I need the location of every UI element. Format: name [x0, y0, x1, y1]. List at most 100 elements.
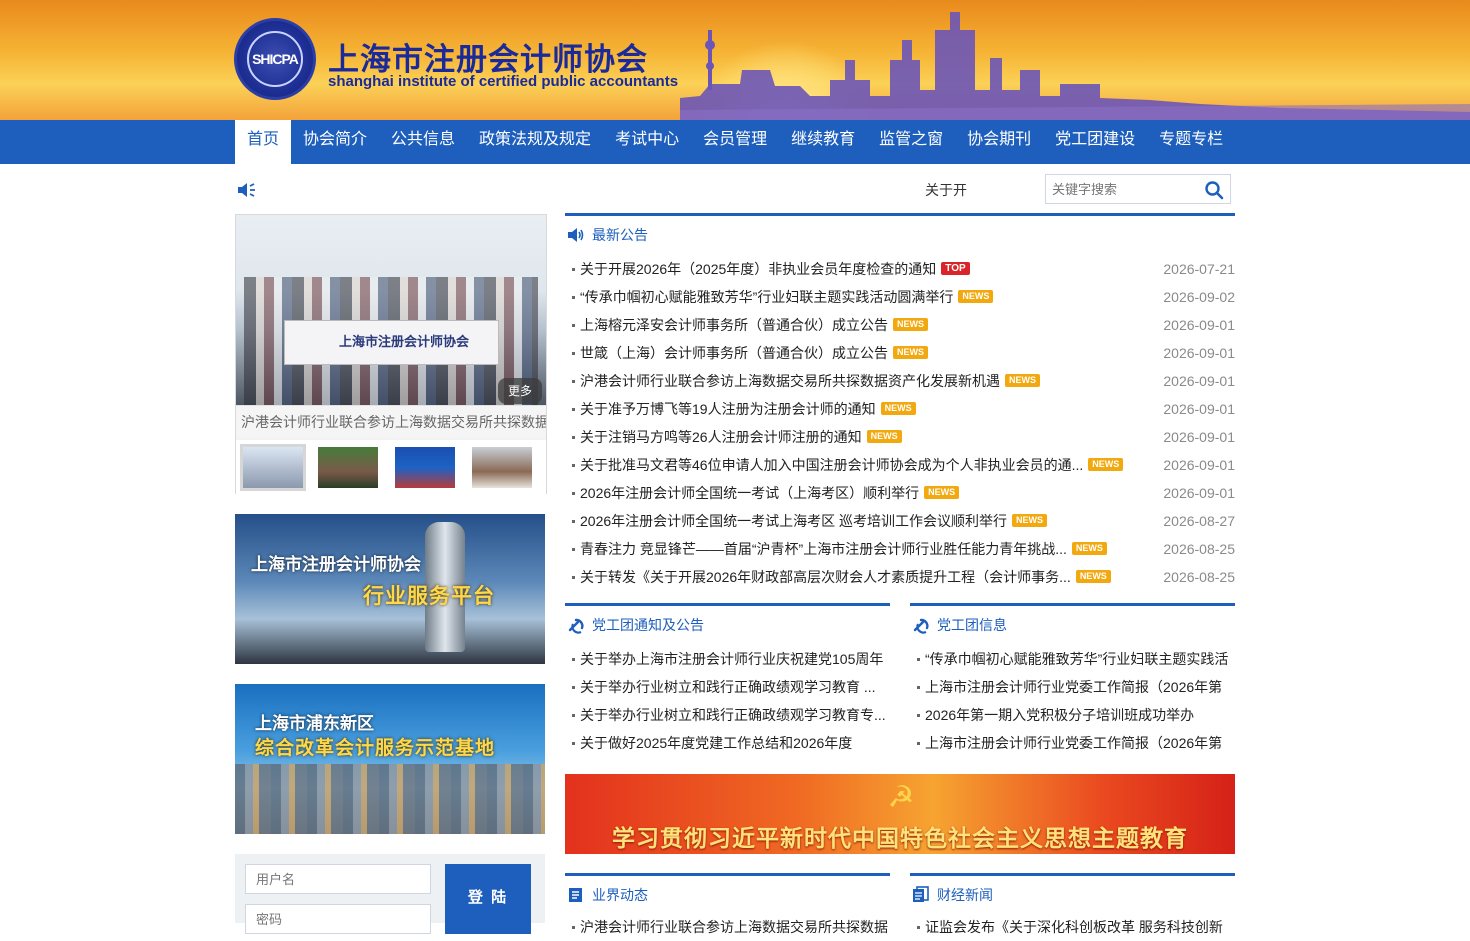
party-emblem-icon [913, 618, 929, 634]
list-item: 2026年第一期入党积极分子培训班成功举办 [910, 701, 1235, 729]
industry-news-section: 业界动态 沪港会计师行业联合参访上海数据交易所共探数据 [565, 873, 890, 935]
notice-date: 2026-08-27 [1163, 513, 1235, 529]
document-icon [569, 888, 582, 902]
section-title-label[interactable]: 党工团信息 [937, 615, 1007, 635]
notice-link[interactable]: 2026年注册会计师全国统一考试（上海考区）顺利举行 [580, 485, 919, 501]
industry-news-list: 沪港会计师行业联合参访上海数据交易所共探数据 [565, 913, 890, 941]
section-title-label[interactable]: 最新公告 [592, 225, 648, 245]
more-button[interactable]: 更多 [498, 378, 542, 404]
list-item-link[interactable]: 证监会发布《关于深化科创板改革 服务科技创新 [925, 919, 1223, 935]
notice-link[interactable]: 关于注销马方鸣等26人注册会计师注册的通知 [580, 429, 862, 445]
login-button[interactable]: 登 陆 [445, 864, 531, 934]
news-badge: NEWS [880, 401, 916, 415]
list-item: “传承巾帼初心赋能雅致芳华”行业妇联主题实践活 [910, 645, 1235, 673]
nav-item[interactable]: 协会期刊 [955, 120, 1043, 164]
banner-text: 学习贯彻习近平新时代中国特色社会主义思想主题教育 [612, 825, 1188, 851]
username-field[interactable] [245, 864, 431, 894]
logo-seal[interactable]: SHICPA [234, 18, 316, 100]
list-item-link[interactable]: 关于做好2025年度党建工作总结和2026年度 [580, 735, 852, 751]
finance-news-list: 证监会发布《关于深化科创板改革 服务科技创新 [910, 913, 1235, 941]
notice-link[interactable]: 青春注力 竞显锋芒——首届“沪青杯”上海市注册会计师行业胜任能力青年挑战... [580, 541, 1067, 557]
section-title-label[interactable]: 财经新闻 [937, 885, 993, 905]
list-item: 沪港会计师行业联合参访上海数据交易所共探数据 [565, 913, 890, 941]
top-badge: TOP [941, 261, 970, 275]
logo-seal-text: SHICPA [247, 31, 303, 87]
notice-link[interactable]: 上海榕元泽安会计师事务所（普通合伙）成立公告 [580, 317, 888, 333]
section-title: 党工团信息 [912, 614, 1007, 636]
notice-link[interactable]: “传承巾帼初心赋能雅致芳华”行业妇联主题实践活动圆满举行 [580, 289, 953, 305]
speaker-icon [568, 228, 584, 242]
notice-item: 沪港会计师行业联合参访上海数据交易所共探数据资产化发展新机遇 NEWS 2026-0… [565, 367, 1235, 395]
theme-education-banner[interactable]: ☭ 学习贯彻习近平新时代中国特色社会主义思想主题教育 [565, 774, 1235, 854]
section-title-label[interactable]: 党工团通知及公告 [592, 615, 704, 635]
notice-link[interactable]: 关于批准马文君等46位申请人加入中国注册会计师协会成为个人非执业会员的通... [580, 457, 1083, 473]
search-box [1045, 174, 1231, 204]
slide-thumbnail[interactable] [472, 447, 532, 488]
list-item: 关于举办行业树立和践行正确政绩观学习教育 ... [565, 673, 890, 701]
section-title: 财经新闻 [912, 884, 993, 906]
notice-date: 2026-08-25 [1163, 569, 1235, 585]
section-title-label[interactable]: 业界动态 [592, 885, 648, 905]
list-item-link[interactable]: 2026年第一期入党积极分子培训班成功举办 [925, 707, 1194, 723]
slide-image[interactable]: 上海市注册会计师协会 更多 [236, 215, 546, 405]
slide-caption[interactable]: 沪港会计师行业联合参访上海数据交易所共探数据资产化发展新机遇 [236, 405, 546, 437]
list-item: 证监会发布《关于深化科创板改革 服务科技创新 [910, 913, 1235, 941]
search-icon[interactable] [1204, 180, 1224, 200]
promo-banner-service-platform[interactable]: 上海市注册会计师协会 行业服务平台 [235, 514, 545, 664]
list-item-link[interactable]: 关于举办行业树立和践行正确政绩观学习教育专... [580, 707, 886, 723]
slide-thumbnail[interactable] [240, 444, 306, 491]
list-item-link[interactable]: 关于举办上海市注册会计师行业庆祝建党105周年 [580, 651, 883, 667]
city-skyline-graphic [235, 764, 545, 834]
site-title-en: shanghai institute of certified public a… [328, 73, 679, 90]
site-header: SHICPA 上海市注册会计师协会 shanghai institute of … [0, 0, 1470, 120]
news-badge: NEWS [1071, 541, 1107, 555]
nav-item[interactable]: 首页 [235, 120, 292, 164]
news-badge: NEWS [1012, 513, 1048, 527]
list-item: 关于做好2025年度党建工作总结和2026年度 [565, 729, 890, 757]
nav-item[interactable]: 协会简介 [291, 120, 379, 164]
notice-link[interactable]: 关于开展2026年（2025年度）非执业会员年度检查的通知 [580, 261, 936, 277]
list-item-link[interactable]: 上海市注册会计师行业党委工作简报（2026年第 [925, 735, 1222, 751]
nav-item[interactable]: 专题专栏 [1147, 120, 1235, 164]
notice-item: 关于转发《关于开展2026年财政部高层次财会人才素质提升工程（会计师事务... N… [565, 563, 1235, 591]
notice-date: 2026-07-21 [1163, 261, 1235, 277]
promo-line1: 上海市浦东新区 [255, 714, 374, 733]
list-item-link[interactable]: “传承巾帼初心赋能雅致芳华”行业妇联主题实践活 [925, 651, 1228, 667]
section-title: 最新公告 [567, 224, 648, 246]
nav-item[interactable]: 会员管理 [691, 120, 779, 164]
notice-date: 2026-09-01 [1163, 345, 1235, 361]
notice-item: 关于注销马方鸣等26人注册会计师注册的通知 NEWS 2026-09-01 [565, 423, 1235, 451]
notice-link[interactable]: 世箴（上海）会计师事务所（普通合伙）成立公告 [580, 345, 888, 361]
notice-link[interactable]: 关于准予万博飞等19人注册为注册会计师的通知 [580, 401, 876, 417]
nav-item[interactable]: 监管之窗 [867, 120, 955, 164]
section-title: 党工团通知及公告 [567, 614, 704, 636]
list-item-link[interactable]: 上海市注册会计师行业党委工作简报（2026年第 [925, 679, 1222, 695]
list-item-link[interactable]: 关于举办行业树立和践行正确政绩观学习教育 ... [580, 679, 876, 695]
list-item: 关于举办上海市注册会计师行业庆祝建党105周年 [565, 645, 890, 673]
nav-item[interactable]: 政策法规及规定 [467, 120, 603, 164]
list-item-link[interactable]: 沪港会计师行业联合参访上海数据交易所共探数据 [580, 919, 888, 935]
nav-item[interactable]: 党工团建设 [1043, 120, 1147, 164]
notice-item: “传承巾帼初心赋能雅致芳华”行业妇联主题实践活动圆满举行 NEWS 2026-09-… [565, 283, 1235, 311]
news-badge: NEWS [893, 345, 928, 359]
notice-link[interactable]: 2026年注册会计师全国统一考试上海考区 巡考培训工作会议顺利举行 [580, 513, 1007, 529]
notice-item: 关于准予万博飞等19人注册为注册会计师的通知 NEWS 2026-09-01 [565, 395, 1235, 423]
promo-banner-pudong-base[interactable]: 上海市浦东新区 综合改革会计服务示范基地 [235, 684, 545, 834]
notice-link[interactable]: 沪港会计师行业联合参访上海数据交易所共探数据资产化发展新机遇 [580, 373, 1000, 389]
news-badge: NEWS [1005, 373, 1040, 387]
notice-marquee[interactable]: 关于开 [925, 180, 967, 200]
nav-item[interactable]: 公共信息 [379, 120, 467, 164]
list-item: 上海市注册会计师行业党委工作简报（2026年第 [910, 729, 1235, 757]
notice-link[interactable]: 关于转发《关于开展2026年财政部高层次财会人才素质提升工程（会计师事务... [580, 569, 1071, 585]
party-emblem-icon [568, 618, 584, 634]
nav-item[interactable]: 考试中心 [603, 120, 691, 164]
notice-item: 世箴（上海）会计师事务所（普通合伙）成立公告 NEWS 2026-09-01 [565, 339, 1235, 367]
nav-item[interactable]: 继续教育 [779, 120, 867, 164]
slide-thumbnail[interactable] [395, 447, 455, 488]
notice-date: 2026-09-01 [1163, 485, 1235, 501]
password-field[interactable] [245, 904, 431, 934]
speaker-icon [238, 183, 255, 197]
party-emblem-icon: ☭ [887, 781, 915, 814]
slide-thumbnail[interactable] [318, 447, 378, 488]
search-input[interactable] [1046, 175, 1196, 203]
